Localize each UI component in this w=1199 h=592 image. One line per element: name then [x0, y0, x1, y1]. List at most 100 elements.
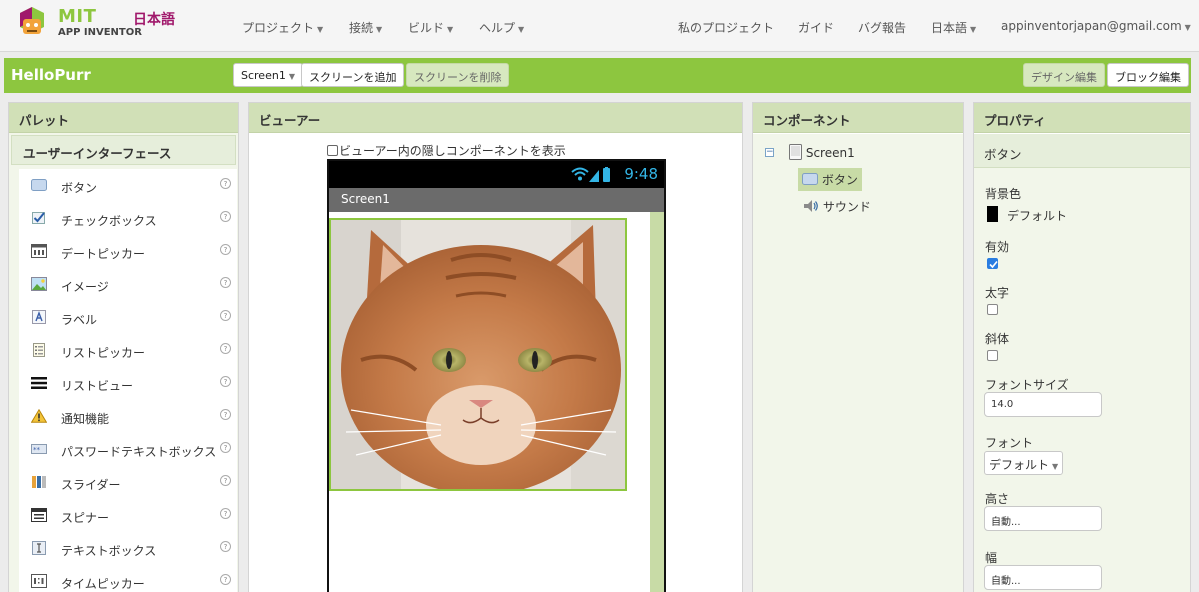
palette-item-slider[interactable]: スライダー ? [19, 466, 237, 499]
check-icon [989, 260, 998, 269]
nav-language[interactable]: 日本語 ▼ [931, 19, 976, 36]
timepicker-icon [31, 574, 47, 588]
brand-mit: MIT [58, 6, 97, 27]
tree-node-button[interactable]: ボタン [798, 168, 862, 191]
palette-item-spinner[interactable]: スピナー ? [19, 499, 237, 532]
palette-item-timepicker[interactable]: タイムピッカー ? [19, 565, 237, 592]
palette-item-button[interactable]: ボタン ? [19, 169, 237, 202]
components-title: コンポーネント [753, 103, 963, 133]
app-inventor-logo-icon[interactable] [12, 5, 52, 41]
help-icon[interactable]: ? [220, 409, 231, 420]
screen-select[interactable]: Screen1 ▼ [233, 63, 303, 87]
nav-account[interactable]: appinventorjapan@gmail.com ▼ [1001, 19, 1191, 33]
chevron-down-icon: ▼ [1184, 23, 1191, 32]
bold-label: 太字 [985, 286, 1010, 300]
help-icon[interactable]: ? [220, 244, 231, 255]
collapse-icon[interactable]: − [765, 148, 774, 157]
height-label: 高さ [985, 492, 1010, 506]
palette-list: ボタン ? チェックボックス ? デートピッカー ? イメージ ? ラベル ? [19, 169, 237, 592]
palette-item-checkbox[interactable]: チェックボックス ? [19, 202, 237, 235]
menu-connect[interactable]: 接続 ▼ [349, 19, 382, 36]
properties-body: ボタン 背景色 デフォルト 有効 太字 斜体 フォントサイズ 14.0 フォント… [974, 134, 1190, 592]
notifier-icon [31, 409, 47, 423]
help-icon[interactable]: ? [220, 178, 231, 189]
help-icon[interactable]: ? [220, 442, 231, 453]
show-hidden-checkbox[interactable] [327, 145, 338, 156]
project-toolbar: HelloPurr Screen1 ▼ スクリーンを追加 スクリーンを削除 デザイ… [4, 58, 1191, 93]
tree-node-screen1[interactable]: Screen1 [789, 144, 855, 160]
menu-help[interactable]: ヘルプ ▼ [479, 19, 524, 36]
bold-checkbox[interactable] [987, 304, 998, 315]
palette-item-image[interactable]: イメージ ? [19, 268, 237, 301]
bg-color-swatch[interactable] [987, 206, 998, 222]
blocks-button[interactable]: ブロック編集 [1107, 63, 1189, 87]
help-icon[interactable]: ? [220, 376, 231, 387]
palette-item-datepicker[interactable]: デートピッカー ? [19, 235, 237, 268]
spinner-icon [31, 508, 47, 522]
font-select[interactable]: デフォルト ▼ [984, 451, 1064, 475]
show-hidden-components-option[interactable]: ビューアー内の隠しコンポーネントを表示 [327, 142, 566, 159]
textbox-icon [32, 541, 46, 555]
chevron-down-icon: ▼ [447, 25, 454, 34]
checkbox-icon [32, 212, 45, 224]
help-icon[interactable]: ? [220, 343, 231, 354]
palette-item-listview[interactable]: リストビュー ? [19, 367, 237, 400]
height-input[interactable]: 自動... [984, 506, 1102, 531]
chevron-down-icon: ▼ [288, 72, 295, 81]
phone-preview: 9:48 Screen1 [327, 159, 666, 592]
enabled-checkbox[interactable] [987, 258, 998, 269]
password-icon: ** [31, 444, 47, 454]
cat-image-button[interactable] [329, 218, 627, 491]
palette-item-listpicker[interactable]: リストピッカー ? [19, 334, 237, 367]
screen-icon [789, 144, 802, 160]
help-icon[interactable]: ? [220, 211, 231, 222]
bg-color-value[interactable]: デフォルト [1007, 207, 1067, 224]
nav-bug-report[interactable]: バグ報告 [858, 19, 906, 36]
font-size-label: フォントサイズ [985, 378, 1069, 392]
italic-checkbox[interactable] [987, 350, 998, 361]
listpicker-icon [33, 343, 45, 357]
brand-app-inventor: APP INVENTOR [58, 27, 142, 38]
chevron-down-icon: ▼ [518, 25, 525, 34]
width-input[interactable]: 自動... [984, 565, 1102, 590]
nav-guide[interactable]: ガイド [798, 19, 834, 36]
menu-build[interactable]: ビルド ▼ [408, 19, 453, 36]
font-size-input[interactable]: 14.0 [984, 392, 1102, 417]
tree-node-sound[interactable]: サウンド [803, 198, 871, 215]
remove-screen-button[interactable]: スクリーンを削除 [406, 63, 510, 87]
palette-title: パレット [9, 103, 238, 133]
button-icon [802, 173, 818, 185]
slider-icon [32, 476, 46, 488]
palette-category-user-interface[interactable]: ユーザーインターフェース [11, 135, 236, 165]
help-icon[interactable]: ? [220, 574, 231, 585]
palette-item-textbox[interactable]: テキストボックス ? [19, 532, 237, 565]
help-icon[interactable]: ? [220, 310, 231, 321]
designer-button[interactable]: デザイン編集 [1023, 63, 1105, 87]
component-tree: − Screen1 ボタン サウンド [753, 134, 963, 592]
add-screen-button[interactable]: スクリーンを追加 [301, 63, 405, 87]
phone-scrollbar[interactable] [650, 212, 664, 592]
project-name: HelloPurr [11, 66, 91, 84]
datepicker-icon [31, 244, 47, 258]
button-icon [31, 179, 47, 191]
font-label: フォント [985, 436, 1034, 450]
cat-photo [331, 220, 625, 489]
brand-language-badge: 日本語 [133, 12, 175, 28]
viewer-title: ビューアー [249, 103, 742, 133]
help-icon[interactable]: ? [220, 277, 231, 288]
palette-item-label[interactable]: ラベル ? [19, 301, 237, 334]
viewer-panel: ビューアー ビューアー内の隠しコンポーネントを表示 9:48 Screen1 [248, 102, 743, 592]
wifi-signal-battery-icon [571, 167, 610, 182]
help-icon[interactable]: ? [220, 541, 231, 552]
palette-item-passwordtextbox[interactable]: ** パスワードテキストボックス ? [19, 433, 237, 466]
menu-project[interactable]: プロジェクト ▼ [242, 19, 323, 36]
help-icon[interactable]: ? [220, 508, 231, 519]
chevron-down-icon: ▼ [970, 25, 977, 34]
palette-item-notifier[interactable]: 通知機能 ? [19, 400, 237, 433]
palette-panel: パレット ユーザーインターフェース ボタン ? チェックボックス ? デートピッ… [8, 102, 239, 592]
help-icon[interactable]: ? [220, 475, 231, 486]
nav-my-projects[interactable]: 私のプロジェクト [678, 19, 774, 36]
phone-status-bar: 9:48 [329, 161, 664, 188]
properties-panel: プロパティ ボタン 背景色 デフォルト 有効 太字 斜体 フォントサイズ 14.… [973, 102, 1191, 592]
components-panel: コンポーネント − Screen1 ボタン サウンド [752, 102, 964, 592]
